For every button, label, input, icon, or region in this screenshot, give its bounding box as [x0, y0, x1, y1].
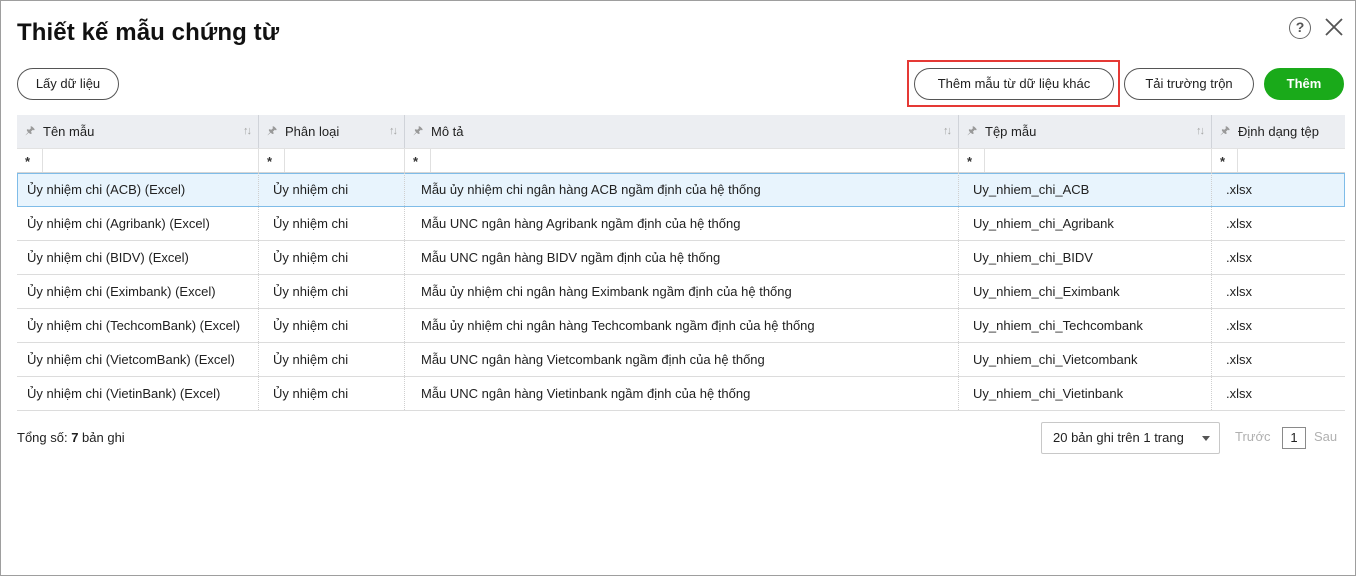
cell-description: Mẫu ủy nhiệm chi ngân hàng Eximbank ngầm… — [405, 275, 959, 308]
cell-template-name: Ủy nhiệm chi (VietinBank) (Excel) — [17, 377, 259, 410]
current-page-button[interactable]: 1 — [1282, 427, 1306, 449]
cell-template-name: Ủy nhiệm chi (VietcomBank) (Excel) — [17, 343, 259, 376]
table-header-row: 🖈 Tên mẫu ↑↓ 🖈 Phân loại ↑↓ 🖈 Mô tả ↑↓ 🖈 Tệp mẫ… — [17, 115, 1345, 148]
add-template-from-other-data-button[interactable]: Thêm mẫu từ dữ liệu khác — [914, 68, 1114, 100]
cell-category: Ủy nhiệm chi — [259, 207, 405, 240]
cell-template-file: Uy_nhiem_chi_BIDV — [959, 241, 1212, 274]
cell-category: Ủy nhiệm chi — [259, 309, 405, 342]
cell-template-name: Ủy nhiệm chi (TechcomBank) (Excel) — [17, 309, 259, 342]
cell-file-format: .xlsx — [1226, 318, 1252, 333]
cell-category: Ủy nhiệm chi — [259, 343, 405, 376]
filter-input-template-name[interactable] — [42, 149, 258, 172]
cell-template-name: Ủy nhiệm chi (ACB) (Excel) — [17, 173, 259, 206]
cell-category: Ủy nhiệm chi — [259, 275, 405, 308]
cell-file-format: .xlsx — [1226, 352, 1252, 367]
pin-icon[interactable]: 🖈 — [267, 115, 277, 148]
pin-icon[interactable]: 🖈 — [1220, 115, 1230, 148]
page-size-select[interactable]: 20 bản ghi trên 1 trang — [1041, 422, 1220, 454]
filter-input-category[interactable] — [284, 149, 404, 172]
sort-icon[interactable]: ↑↓ — [243, 115, 252, 148]
cell-description: Mẫu UNC ngân hàng BIDV ngầm định của hệ … — [405, 241, 959, 274]
template-design-dialog: Thiết kế mẫu chứng từ ? Lấy dữ liệu Thêm… — [0, 0, 1356, 576]
cell-description: Mẫu UNC ngân hàng Vietinbank ngầm định c… — [405, 377, 959, 410]
dialog-title: Thiết kế mẫu chứng từ — [17, 19, 280, 46]
table-filter-row: * * * * * — [17, 148, 1345, 173]
cell-file-format: .xlsx — [1226, 284, 1252, 299]
column-header-file-format[interactable]: 🖈 Định dạng tệp — [1212, 115, 1345, 148]
cell-template-file: Uy_nhiem_chi_ACB — [959, 173, 1212, 206]
cell-template-file: Uy_nhiem_chi_Eximbank — [959, 275, 1212, 308]
chevron-down-icon — [1202, 436, 1210, 441]
filter-operator[interactable]: * — [1220, 154, 1225, 169]
table-row[interactable]: Ủy nhiệm chi (Agribank) (Excel) Ủy nhiệm… — [17, 207, 1345, 241]
filter-operator[interactable]: * — [267, 154, 272, 169]
cell-template-file: Uy_nhiem_chi_Vietcombank — [959, 343, 1212, 376]
filter-operator[interactable]: * — [25, 154, 30, 169]
filter-input-template-file[interactable] — [984, 149, 1211, 172]
filter-input-file-format[interactable] — [1237, 149, 1345, 172]
cell-file-format: .xlsx — [1226, 216, 1252, 231]
filter-operator[interactable]: * — [413, 154, 418, 169]
cell-category: Ủy nhiệm chi — [259, 173, 405, 206]
next-page-link[interactable]: Sau — [1314, 429, 1337, 444]
pin-icon[interactable]: 🖈 — [967, 115, 977, 148]
cell-category: Ủy nhiệm chi — [259, 241, 405, 274]
table-row[interactable]: Ủy nhiệm chi (Eximbank) (Excel) Ủy nhiệm… — [17, 275, 1345, 309]
cell-description: Mẫu UNC ngân hàng Agribank ngầm định của… — [405, 207, 959, 240]
cell-template-name: Ủy nhiệm chi (Agribank) (Excel) — [17, 207, 259, 240]
cell-template-name: Ủy nhiệm chi (Eximbank) (Excel) — [17, 275, 259, 308]
column-header-template-name[interactable]: 🖈 Tên mẫu ↑↓ — [17, 115, 259, 148]
table-row[interactable]: Ủy nhiệm chi (VietcomBank) (Excel) Ủy nh… — [17, 343, 1345, 377]
table-row[interactable]: Ủy nhiệm chi (ACB) (Excel) Ủy nhiệm chi … — [17, 173, 1345, 207]
prev-page-link[interactable]: Trước — [1235, 429, 1271, 444]
column-header-description[interactable]: 🖈 Mô tả ↑↓ — [405, 115, 959, 148]
cell-file-format: .xlsx — [1226, 386, 1252, 401]
cell-category: Ủy nhiệm chi — [259, 377, 405, 410]
help-icon[interactable]: ? — [1289, 17, 1311, 39]
sort-icon[interactable]: ↑↓ — [1196, 115, 1205, 148]
template-table: 🖈 Tên mẫu ↑↓ 🖈 Phân loại ↑↓ 🖈 Mô tả ↑↓ 🖈 Tệp mẫ… — [17, 115, 1345, 411]
cell-template-file: Uy_nhiem_chi_Techcombank — [959, 309, 1212, 342]
cell-template-file: Uy_nhiem_chi_Agribank — [959, 207, 1212, 240]
close-icon[interactable] — [1323, 16, 1345, 38]
total-records: Tổng số: 7 bản ghi — [17, 430, 125, 445]
column-header-template-file[interactable]: 🖈 Tệp mẫu ↑↓ — [959, 115, 1212, 148]
cell-template-name: Ủy nhiệm chi (BIDV) (Excel) — [17, 241, 259, 274]
pin-icon[interactable]: 🖈 — [413, 115, 423, 148]
filter-input-description[interactable] — [430, 149, 958, 172]
load-merge-fields-button[interactable]: Tải trường trộn — [1124, 68, 1254, 100]
filter-operator[interactable]: * — [967, 154, 972, 169]
sort-icon[interactable]: ↑↓ — [389, 115, 398, 148]
cell-description: Mẫu ủy nhiệm chi ngân hàng ACB ngầm định… — [405, 173, 959, 206]
table-row[interactable]: Ủy nhiệm chi (VietinBank) (Excel) Ủy nhi… — [17, 377, 1345, 411]
get-data-button[interactable]: Lấy dữ liệu — [17, 68, 119, 100]
cell-description: Mẫu UNC ngân hàng Vietcombank ngầm định … — [405, 343, 959, 376]
pin-icon[interactable]: 🖈 — [25, 115, 35, 148]
cell-file-format: .xlsx — [1226, 182, 1252, 197]
cell-description: Mẫu ủy nhiệm chi ngân hàng Techcombank n… — [405, 309, 959, 342]
cell-file-format: .xlsx — [1226, 250, 1252, 265]
cell-template-file: Uy_nhiem_chi_Vietinbank — [959, 377, 1212, 410]
sort-icon[interactable]: ↑↓ — [943, 115, 952, 148]
column-header-category[interactable]: 🖈 Phân loại ↑↓ — [259, 115, 405, 148]
table-row[interactable]: Ủy nhiệm chi (BIDV) (Excel) Ủy nhiệm chi… — [17, 241, 1345, 275]
add-button[interactable]: Thêm — [1264, 68, 1344, 100]
table-row[interactable]: Ủy nhiệm chi (TechcomBank) (Excel) Ủy nh… — [17, 309, 1345, 343]
